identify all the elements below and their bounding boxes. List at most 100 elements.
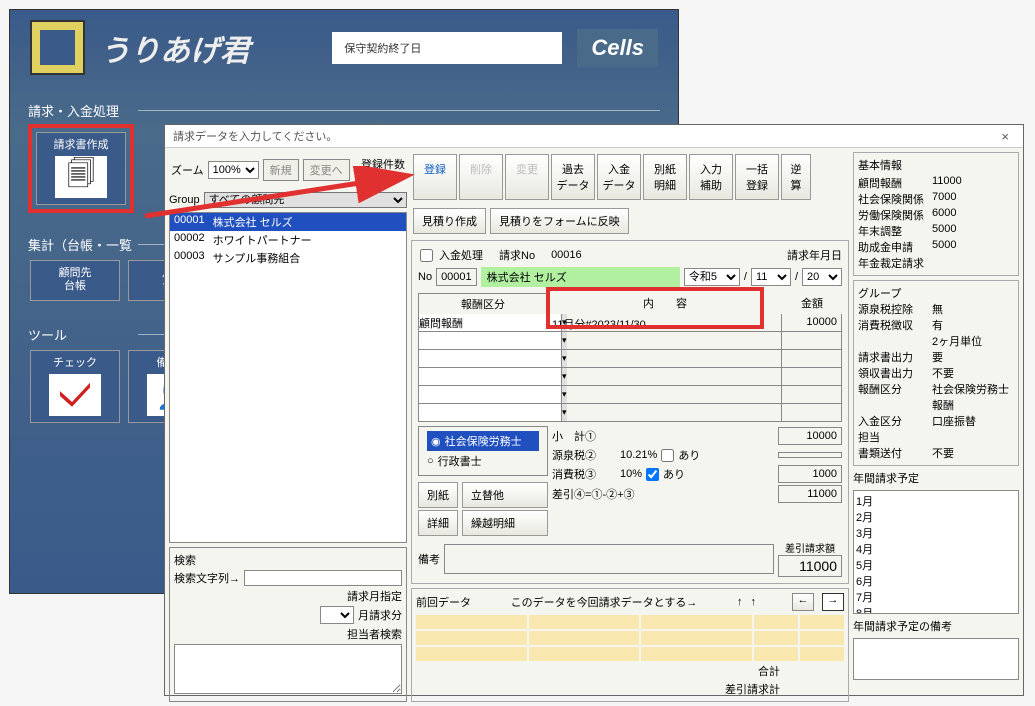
carryover-button[interactable]: 繰越明細	[462, 510, 548, 536]
content-5[interactable]	[548, 386, 782, 404]
settings-info-box: グループ 源泉税控除無 消費税徴収有 2ヶ月単位 請求書出力要 領収書出力不要 …	[853, 280, 1019, 466]
check-icon	[49, 374, 101, 416]
detail-slip-button[interactable]: 別紙 明細	[643, 154, 687, 200]
month-select[interactable]: 11	[751, 268, 791, 286]
contract-end-label: 保守契約終了日	[344, 40, 421, 56]
radio-sr-laborer[interactable]: ◉ 社会保険労務士	[427, 431, 539, 451]
tax-value: 1000	[778, 465, 842, 483]
section-billing: 請求・入金処理	[28, 101, 660, 120]
zoom-label: ズーム	[171, 162, 204, 178]
withhold-value	[778, 452, 842, 458]
contract-end-field: 保守契約終了日	[332, 32, 562, 64]
prev-total-label: 合計	[758, 663, 780, 679]
no-label: No	[418, 271, 432, 283]
content-4[interactable]	[548, 368, 782, 386]
billing-dialog: 請求データを入力してください。 × ズーム 100% 新規 変更へ 登録件数15…	[164, 124, 1024, 696]
change-to-button[interactable]: 変更へ	[303, 159, 350, 181]
withhold-rate: 10.21%	[620, 449, 657, 461]
batch-register-button[interactable]: 一括 登録	[735, 154, 779, 200]
client-row-selected[interactable]: 00001株式会社 セルズ	[170, 213, 406, 231]
deposit-checkbox[interactable]	[420, 249, 433, 262]
subtotal-label: 小 計①	[552, 428, 616, 444]
month-schedule-list[interactable]: 1月2月3月4月5月6月7月8月9月10月11月12月	[853, 490, 1019, 614]
document-icon: 🗐	[55, 156, 107, 198]
cat-input-4[interactable]	[419, 368, 561, 385]
withhold-label: 源泉税②	[552, 447, 616, 463]
close-icon[interactable]: ×	[995, 129, 1015, 144]
delete-button[interactable]: 削除	[459, 154, 503, 200]
search-result-area[interactable]	[174, 644, 402, 694]
past-data-button[interactable]: 過去 データ	[551, 154, 595, 200]
cat-input-1[interactable]	[419, 314, 561, 331]
client-name: 株式会社 セルズ	[481, 267, 680, 287]
change-button[interactable]: 変更	[505, 154, 549, 200]
app-logo-icon	[30, 20, 85, 75]
keyword-input[interactable]	[244, 570, 402, 586]
day-select[interactable]: 20	[802, 268, 842, 286]
net-label: 差引④=①-②+③	[552, 486, 652, 502]
up-arrow-icon[interactable]: ↑	[751, 596, 757, 608]
client-ledger-label: 顧問先 台帳	[59, 267, 92, 293]
cat-input-2[interactable]	[419, 332, 561, 349]
client-row[interactable]: 00002ホワイトパートナー	[170, 231, 406, 249]
prev-nav-fwd[interactable]: →	[822, 593, 844, 611]
subtotal-value: 10000	[778, 427, 842, 445]
schedule-remark-input[interactable]	[853, 638, 1019, 680]
group-label: Group	[169, 194, 200, 206]
schedule-remark-title: 年間請求予定の備考	[853, 618, 1019, 634]
net-bill-value: 11000	[778, 555, 842, 577]
zoom-select[interactable]: 100%	[208, 161, 259, 179]
slip-button[interactable]: 別紙	[418, 482, 458, 508]
tax-rate: 10%	[620, 468, 642, 480]
net-bill-label: 差引請求額	[778, 540, 842, 555]
cat-input-5[interactable]	[419, 386, 561, 403]
new-button[interactable]: 新規	[263, 159, 299, 181]
month-spec-select[interactable]	[320, 606, 354, 624]
group-select[interactable]: すべての顧問先	[204, 192, 407, 208]
amount-2[interactable]	[782, 332, 842, 350]
amount-4[interactable]	[782, 368, 842, 386]
dialog-titlebar: 請求データを入力してください。 ×	[165, 125, 1023, 148]
client-ledger-button[interactable]: 顧問先 台帳	[30, 260, 120, 300]
substitute-button[interactable]: 立替他	[462, 482, 548, 508]
content-2[interactable]	[548, 332, 782, 350]
reg-count-value: 15	[361, 172, 405, 184]
up-arrow-icon[interactable]: ↑	[737, 596, 743, 608]
withhold-checkbox[interactable]	[661, 449, 674, 462]
check-button[interactable]: チェック	[30, 350, 120, 423]
client-list[interactable]: 00001株式会社 セルズ 00002ホワイトパートナー 00003サンプル事務…	[169, 212, 407, 543]
cat-input-3[interactable]	[419, 350, 561, 367]
amount-3[interactable]	[782, 350, 842, 368]
prev-net-label: 差引請求計	[725, 681, 780, 697]
billing-form: 入金処理 請求No 00016 請求年月日 No 00001 株式会社 セルズ …	[411, 240, 849, 584]
profession-radio-group: ◉ 社会保険労務士 ○ 行政書士	[418, 426, 548, 476]
remark-input[interactable]	[444, 544, 774, 574]
era-select[interactable]: 令和5	[684, 268, 740, 286]
cells-brand: Cells	[577, 29, 658, 67]
tax-label: 消費税③	[552, 466, 616, 482]
month-bill-label: 月請求分	[358, 607, 402, 623]
highlight-create-invoice: 請求書作成 🗐	[28, 124, 134, 213]
previous-data-panel: 前回データ このデータを今回請求データとする→ ↑↑ ← → 合計 差引請求計	[411, 588, 849, 702]
reverse-calc-button[interactable]: 逆 算	[781, 154, 811, 200]
cat-input-6[interactable]	[419, 404, 561, 421]
input-assist-button[interactable]: 入力 補助	[689, 154, 733, 200]
detail-button[interactable]: 詳細	[418, 510, 458, 536]
amount-6[interactable]	[782, 404, 842, 422]
reflect-estimate-button[interactable]: 見積りをフォームに反映	[490, 208, 629, 234]
radio-admin-scrivener[interactable]: ○ 行政書士	[427, 451, 539, 471]
tax-checkbox[interactable]	[646, 468, 659, 481]
prev-data-title: 前回データ	[416, 594, 471, 610]
content-3[interactable]	[548, 350, 782, 368]
amount-5[interactable]	[782, 386, 842, 404]
deposit-data-button[interactable]: 入金 データ	[597, 154, 641, 200]
register-button[interactable]: 登録	[413, 154, 457, 200]
amount-1[interactable]: 10000	[782, 314, 842, 332]
estimate-button[interactable]: 見積り作成	[413, 208, 486, 234]
client-row[interactable]: 00003サンプル事務組合	[170, 249, 406, 267]
prev-nav-back[interactable]: ←	[792, 593, 814, 611]
basic-info-title: 基本情報	[858, 157, 1014, 173]
reg-count-label: 登録件数	[361, 156, 405, 172]
create-invoice-button[interactable]: 請求書作成 🗐	[36, 132, 126, 205]
content-6[interactable]	[548, 404, 782, 422]
